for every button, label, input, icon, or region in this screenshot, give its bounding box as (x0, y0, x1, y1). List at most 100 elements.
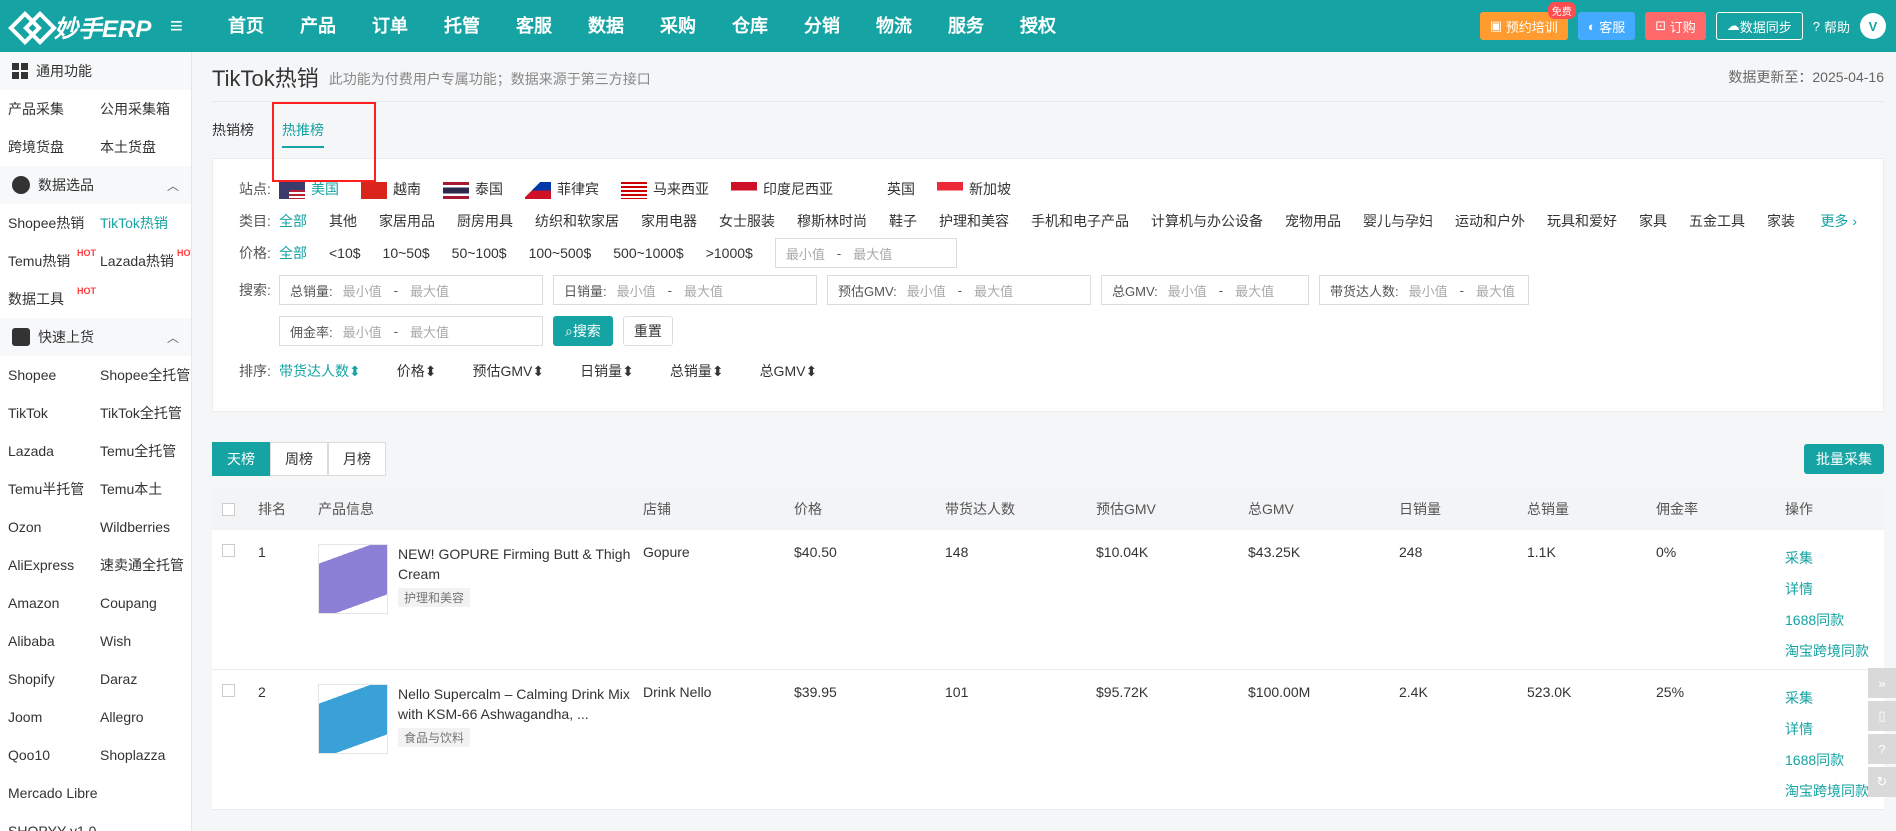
max-input[interactable]: 最大值 (684, 281, 723, 300)
search-range-input[interactable]: 带货达人数: 最小值 - 最大值 (1319, 275, 1529, 305)
category-option[interactable]: 婴儿与孕妇 (1363, 211, 1433, 231)
sidebar-item[interactable]: Daraz (100, 660, 191, 698)
category-option[interactable]: 手机和电子产品 (1031, 211, 1129, 231)
price-option[interactable]: >1000$ (706, 245, 753, 261)
chevron-up-icon[interactable]: ︿ (167, 177, 179, 194)
nav-item-10[interactable]: 服务 (930, 0, 1002, 52)
category-option[interactable]: 其他 (329, 211, 357, 231)
sidebar-item[interactable]: Qoo10 (8, 736, 100, 774)
nav-item-7[interactable]: 仓库 (714, 0, 786, 52)
sidebar-item[interactable]: Ozon (8, 508, 100, 546)
min-input[interactable]: 最小值 (1409, 281, 1448, 300)
nav-item-1[interactable]: 产品 (282, 0, 354, 52)
search-button[interactable]: ⌕ 搜索 (553, 316, 613, 346)
sort-option[interactable]: 总GMV⬍ (760, 361, 818, 381)
price-option[interactable]: 50~100$ (452, 245, 507, 261)
nav-item-5[interactable]: 数据 (570, 0, 642, 52)
category-option[interactable]: 纺织和软家居 (535, 211, 619, 231)
price-option[interactable]: 500~1000$ (613, 245, 683, 261)
nav-item-4[interactable]: 客服 (498, 0, 570, 52)
max-input[interactable]: 最大值 (1235, 281, 1274, 300)
action-link[interactable]: 1688同款 (1785, 610, 1884, 630)
sidebar-item[interactable]: Shopee (8, 356, 100, 394)
sidebar-item[interactable]: 本土货盘 (100, 128, 191, 166)
min-input[interactable]: 最小值 (1168, 281, 1207, 300)
nav-item-2[interactable]: 订单 (354, 0, 426, 52)
product-thumbnail[interactable] (318, 684, 388, 754)
sidebar-item[interactable] (100, 812, 191, 831)
category-option[interactable]: 厨房用具 (457, 211, 513, 231)
sidebar-item[interactable]: Lazada热销HOT (100, 242, 191, 280)
nav-item-8[interactable]: 分销 (786, 0, 858, 52)
price-option[interactable]: 100~500$ (529, 245, 592, 261)
sidebar-item[interactable]: Shopify (8, 660, 100, 698)
nav-item-11[interactable]: 授权 (1002, 0, 1074, 52)
site-option[interactable]: 越南 (361, 179, 421, 199)
min-input[interactable]: 最小值 (343, 281, 382, 300)
sidebar-item[interactable]: TikTok全托管 (100, 394, 191, 432)
price-option[interactable]: 全部 (279, 243, 307, 263)
sidebar-item[interactable]: Shopee全托管 (100, 356, 191, 394)
training-button[interactable]: ▣ 预约培训 免费 (1479, 2, 1576, 40)
sidebar-item[interactable]: Allegro (100, 698, 191, 736)
sidebar-item[interactable]: 产品采集 (8, 90, 100, 128)
sidebar-item[interactable]: AliExpress (8, 546, 100, 584)
max-input[interactable]: 最大值 (853, 244, 892, 263)
site-option[interactable]: 菲律宾 (525, 179, 599, 199)
category-option[interactable]: 全部 (279, 211, 307, 231)
sidebar-item[interactable]: Alibaba (8, 622, 100, 660)
min-input[interactable]: 最小值 (786, 244, 825, 263)
sidebar-section-common[interactable]: 通用功能 (0, 52, 191, 90)
service-button[interactable]: ◐ 客服 (1577, 12, 1636, 40)
category-option[interactable]: 计算机与办公设备 (1151, 211, 1263, 231)
select-all-checkbox[interactable] (222, 502, 235, 516)
mobile-icon[interactable]: ▯ (1868, 701, 1896, 731)
sidebar-item[interactable]: 公用采集箱 (100, 90, 191, 128)
search-range-input[interactable]: 总GMV: 最小值 - 最大值 (1101, 275, 1309, 305)
min-input[interactable]: 最小值 (617, 281, 656, 300)
category-option[interactable]: 女士服装 (719, 211, 775, 231)
tab-0[interactable]: 热销榜 (212, 120, 254, 140)
search-range-input[interactable]: 预估GMV: 最小值 - 最大值 (827, 275, 1091, 305)
action-link[interactable]: 淘宝跨境同款 (1785, 641, 1884, 661)
site-option[interactable]: 美国 (279, 179, 339, 199)
category-option[interactable]: 宠物用品 (1285, 211, 1341, 231)
search-range-input[interactable]: 总销量: 最小值 - 最大值 (279, 275, 543, 305)
help-link[interactable]: ? 帮助 (1813, 17, 1850, 36)
action-link[interactable]: 详情 (1785, 579, 1884, 599)
double-chevron-icon[interactable]: » (1868, 668, 1896, 698)
price-option[interactable]: <10$ (329, 245, 361, 261)
site-option[interactable]: 新加坡 (937, 179, 1011, 199)
sidebar-item[interactable]: Coupang (100, 584, 191, 622)
sort-option[interactable]: 日销量⬍ (580, 361, 634, 381)
site-option[interactable]: 泰国 (443, 179, 503, 199)
category-option[interactable]: 穆斯林时尚 (797, 211, 867, 231)
max-input[interactable]: 最大值 (974, 281, 1013, 300)
sidebar-item[interactable]: Wish (100, 622, 191, 660)
category-option[interactable]: 家用电器 (641, 211, 697, 231)
max-input[interactable]: 最大值 (410, 281, 449, 300)
commission-range-input[interactable]: 佣金率: 最小值 - 最大值 (279, 316, 543, 346)
sidebar-section-quick[interactable]: 快速上货 ︿ (0, 318, 191, 356)
nav-item-9[interactable]: 物流 (858, 0, 930, 52)
nav-item-0[interactable]: 首页 (210, 0, 282, 52)
site-option[interactable]: 印度尼西亚 (731, 179, 833, 199)
site-option[interactable]: 英国 (855, 179, 915, 199)
sort-option[interactable]: 带货达人数⬍ (279, 361, 361, 381)
sidebar-item[interactable]: Temu全托管 (100, 432, 191, 470)
category-option[interactable]: 鞋子 (889, 211, 917, 231)
category-option[interactable]: 五金工具 (1689, 211, 1745, 231)
category-option[interactable]: 运动和户外 (1455, 211, 1525, 231)
product-thumbnail[interactable] (318, 544, 388, 614)
sidebar-item[interactable]: 跨境货盘 (8, 128, 100, 166)
category-option[interactable]: 家装 (1767, 211, 1795, 231)
sidebar-item[interactable]: 数据工具 HOT (8, 280, 100, 318)
question-icon[interactable]: ? (1868, 734, 1896, 764)
order-button[interactable]: ⊡ 订购 (1645, 12, 1706, 40)
category-option[interactable]: 护理和美容 (939, 211, 1009, 231)
row-checkbox[interactable] (222, 684, 235, 697)
sidebar-item[interactable]: Mercado Libre (8, 774, 100, 812)
period-tab[interactable]: 天榜 (212, 442, 270, 476)
sidebar-item[interactable]: Temu本土 (100, 470, 191, 508)
sidebar-item[interactable]: TikTok (8, 394, 100, 432)
